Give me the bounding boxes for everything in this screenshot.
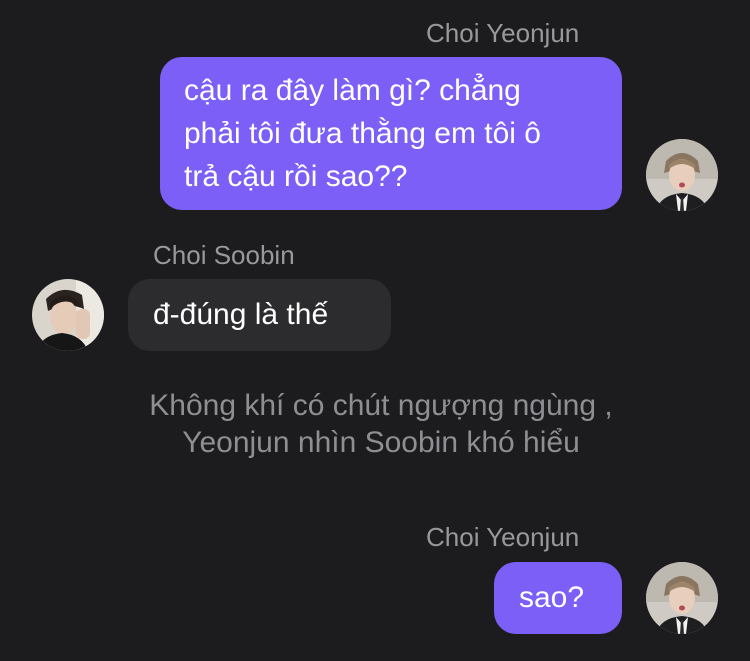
message-line: đ-đúng là thế (153, 298, 329, 331)
avatar-yeonjun-image (646, 562, 718, 634)
narration-line: Không khí có chút ngượng ngùng , (149, 389, 613, 422)
narration-line: Yeonjun nhìn Soobin khó hiểu (182, 426, 580, 459)
chat-thread: Choi Yeonjun cậu ra đây làm gì? chẳng ph… (0, 0, 750, 661)
message-line: cậu ra đây làm gì? chẳng (184, 74, 521, 107)
sender-name: Choi Yeonjun (426, 18, 580, 48)
message-bubble-outgoing[interactable]: sao? (494, 562, 622, 634)
message-bubble-incoming[interactable]: đ-đúng là thế (128, 279, 391, 351)
sender-name: Choi Yeonjun (426, 522, 580, 552)
avatar-yeonjun[interactable] (646, 562, 718, 634)
message-line: sao? (519, 581, 585, 614)
avatar-soobin-image (32, 279, 104, 351)
message-line: phải tôi đưa thằng em tôi ô (184, 117, 541, 150)
avatar-yeonjun[interactable] (646, 139, 718, 211)
message-bubble-outgoing[interactable]: cậu ra đây làm gì? chẳng phải tôi đưa th… (160, 57, 622, 210)
sender-name: Choi Soobin (153, 240, 295, 270)
message-line: trả cậu rồi sao?? (184, 160, 408, 193)
avatar-yeonjun-image (646, 139, 718, 211)
avatar-soobin[interactable] (32, 279, 104, 351)
narration-text: Không khí có chút ngượng ngùng , Yeonjun… (0, 387, 750, 461)
